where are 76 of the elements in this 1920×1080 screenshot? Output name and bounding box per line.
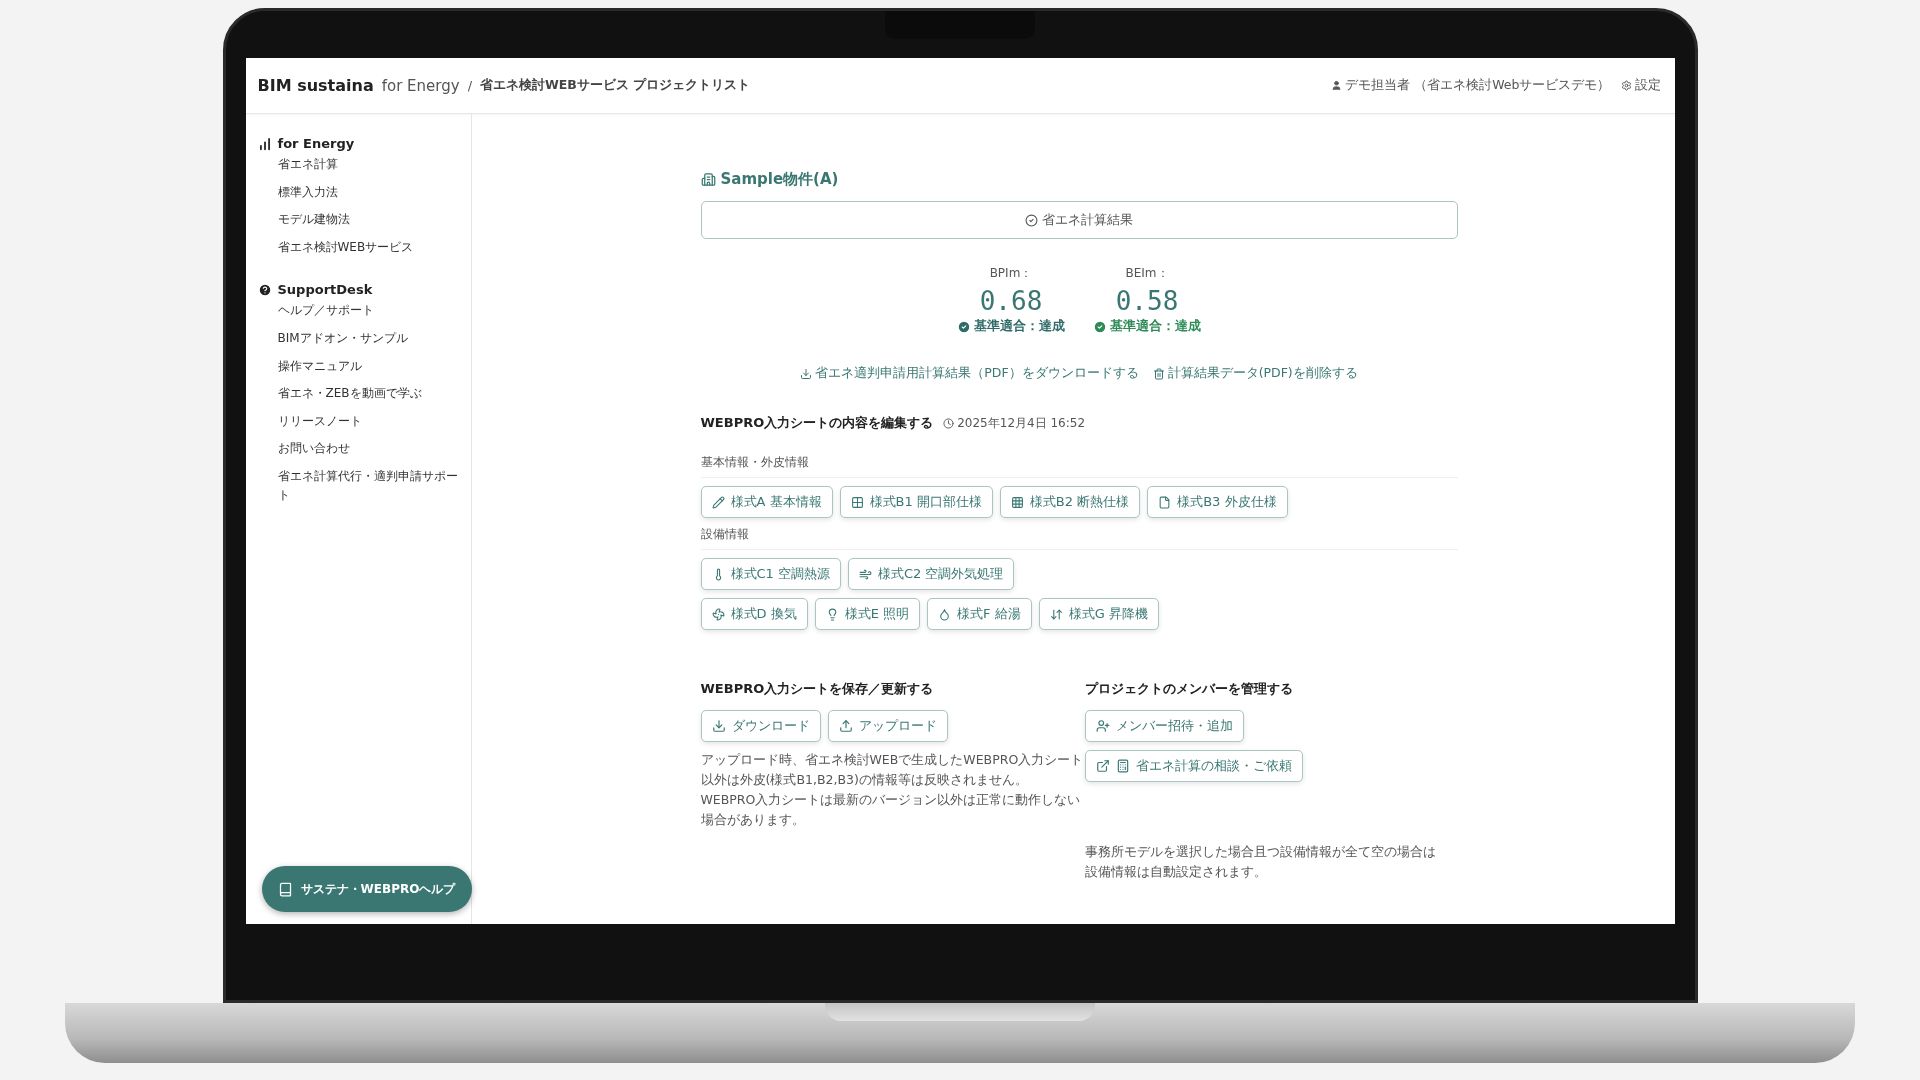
sidebar-section-title: SupportDesk [277,282,373,298]
upload-icon [838,719,853,733]
section-title: WEBPRO入力シートを保存／更新する [700,680,935,698]
calculator-icon [1115,759,1130,773]
pdf-link[interactable]: 計算結果データ(PDF)を削除する [1152,365,1358,382]
grid-icon [1010,495,1024,509]
help-button[interactable]: サステナ・WEBPROヘルプ [261,866,472,912]
section-title: プロジェクトのメンバーを管理する [1084,680,1294,698]
building-icon [700,172,716,187]
section-title: WEBPRO入力シートの内容を編集する [700,414,934,432]
metric-value: 0.58 [1115,286,1179,316]
form-sheet-button[interactable]: 様式D 換気 [700,598,808,630]
compliance-status: 基準適合：達成 [1110,318,1201,335]
download-icon [711,719,726,733]
grid-icon [850,495,864,509]
user-icon [1331,80,1343,91]
form-sheet-button[interactable]: 様式B2 断熱仕様 [999,486,1141,518]
sidebar-item[interactable]: お問い合わせ [277,439,461,458]
timestamp: 2025年12月4日 16:52 [957,414,1086,432]
settings-icon [1620,80,1632,91]
sidebar-item[interactable]: 省エネ計算 [277,155,461,174]
file-icon [1158,495,1172,509]
auto-setting-note: 設備情報は自動設定されます。 [1084,863,1268,881]
droplet-icon [938,607,951,621]
bar-chart-icon [257,136,272,151]
settings-link[interactable]: 設定 [1634,77,1661,94]
wind-icon [859,567,872,581]
sidebar-item[interactable]: 操作マニュアル [277,356,461,376]
metric-label: BEIm： [1125,265,1169,282]
project-title: Sample物件(A) [720,170,839,189]
form-sheet-button[interactable]: 様式B1 開口部仕様 [839,486,993,518]
member-action-button[interactable]: 省エネ計算の相談・ご依頼 [1084,750,1303,782]
compliance-status: 基準適合：達成 [974,318,1065,335]
group-label: 基本情報・外皮情報 [700,454,1458,478]
breadcrumb: 省エネ検討WEBサービス プロジェクトリスト [480,77,751,94]
check-circle-icon [1025,213,1038,227]
member-action-button[interactable]: メンバー招待・追加 [1084,710,1244,742]
pencil-icon [711,495,725,509]
sidebar-item[interactable]: 省エネ検討WEBサービス [277,237,461,257]
trash-icon [1152,367,1165,380]
help-icon [257,282,272,297]
sidebar-item[interactable]: リリースノート [277,411,461,431]
fan-icon [711,607,725,621]
auto-setting-note: 事務所モデルを選択した場合且つ設備情報が全て空の場合は [1084,843,1437,861]
sidebar-item[interactable]: 標準入力法 [277,182,461,202]
sidebar-item[interactable]: 省エネ・ZEBを動画で学ぶ [277,384,461,403]
group-label: 設備情報 [700,526,1458,550]
sidebar-item[interactable]: BIMアドオン・サンプル [277,328,461,348]
user-name: デモ担当者 （省エネ検討Webサービスデモ） [1345,77,1611,94]
upload-note: アップロード時、省エネ検討WEBで生成したWEBPRO入力シート以外は外皮(様式B1,B2,B3)の情報等は反映されません。 WEBPRO入力シートは最新のバージョン以外は正常に動作しない場合があります。 [700,751,1085,829]
metric-label: BPIm： [989,265,1033,282]
sidebar-section-title: for Energy [277,136,355,151]
pdf-link[interactable]: 省エネ適判申請用計算結果（PDF）をダウンロードする [800,365,1139,382]
download-icon [800,367,813,380]
clock-icon [943,417,955,429]
sidebar-item[interactable]: モデル建物法 [277,210,461,229]
form-sheet-button[interactable]: 様式G 昇降機 [1038,598,1159,630]
sidebar-item[interactable]: ヘルプ／サポート [277,301,461,320]
sidebar-item[interactable]: 省エネ計算代行・適判申請サポート [277,466,461,505]
form-sheet-button[interactable]: 様式F 給湯 [927,598,1032,630]
breadcrumb-separator: / [467,78,472,93]
form-sheet-button[interactable]: 様式E 照明 [814,598,920,630]
brand-subtitle: for Energy [381,76,460,95]
calculation-result-button[interactable]: 省エネ計算結果 [700,201,1458,239]
form-sheet-button[interactable]: 様式B3 外皮仕様 [1147,486,1288,518]
form-sheet-button[interactable]: 様式C2 空調外気処理 [848,558,1015,590]
book-icon [277,881,293,897]
form-sheet-button[interactable]: 様式A 基本情報 [700,486,833,518]
form-sheet-button[interactable]: 様式C1 空調熱源 [700,558,841,590]
download-button[interactable]: ダウンロード [700,710,821,742]
user-plus-icon [1095,719,1110,733]
external-link-icon [1095,759,1110,773]
brand-name: BIM sustaina [257,76,374,95]
metric-value: 0.68 [979,286,1043,316]
upload-button[interactable]: アップロード [827,710,948,742]
arrows-icon [1049,607,1063,621]
